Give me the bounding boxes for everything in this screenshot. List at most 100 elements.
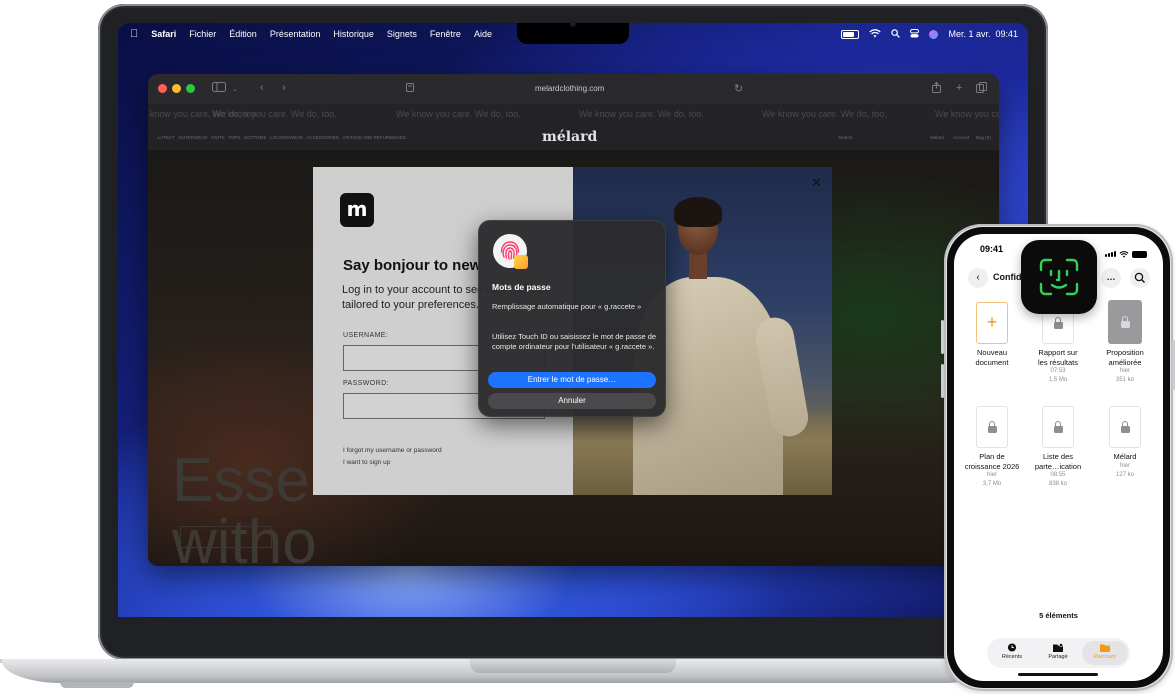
menu-aide[interactable]: Aide: [474, 29, 492, 39]
tab-recents[interactable]: Récents: [989, 641, 1035, 665]
tab-bar: Récents Partagé Parcourir: [987, 638, 1130, 668]
file-name: Nouveau document: [975, 348, 1009, 367]
file-size: 3,7 Mo: [982, 481, 1002, 487]
back-button[interactable]: ‹: [968, 268, 988, 288]
nav-link[interactable]: LOUNGEWEAR: [270, 135, 303, 140]
nav-link[interactable]: OUTERWEAR: [178, 135, 207, 140]
nav-brand-link[interactable]: Mélard: [930, 135, 944, 140]
nav-link[interactable]: BOTTOMS: [244, 135, 266, 140]
reload-icon[interactable]: ↻: [734, 82, 743, 95]
lock-icon: [1120, 421, 1130, 433]
lock-icon: [987, 421, 997, 433]
nav-link[interactable]: KNITS: [211, 135, 224, 140]
back-button[interactable]: ‹: [260, 82, 264, 94]
clock-icon: [1007, 643, 1017, 652]
minimize-window-button[interactable]: [172, 84, 181, 93]
file-name: Proposition améliorée: [1106, 348, 1144, 367]
new-tab-icon[interactable]: +: [956, 82, 962, 94]
file-size: 127 ko: [1115, 471, 1134, 478]
nav-link[interactable]: VINTAGE AND REFURBISHED: [343, 135, 406, 140]
hero-button[interactable]: [180, 526, 272, 548]
siri-icon[interactable]: [929, 29, 939, 39]
file-date: hier: [1119, 462, 1130, 469]
enter-password-button[interactable]: Entrer le mot de passe…: [488, 372, 656, 388]
file-thumbnail: [1108, 300, 1142, 344]
share-icon[interactable]: [932, 81, 941, 96]
volume-down-button: [941, 364, 944, 398]
file-size: 838 ko: [1048, 481, 1067, 487]
tab-browse[interactable]: Parcourir: [1082, 641, 1128, 665]
touchid-text: Utilisez Touch ID ou saisissez le mot de…: [492, 332, 657, 351]
status-icons: [1105, 245, 1147, 263]
menu-edition[interactable]: Édition: [229, 29, 257, 39]
tab-overview-icon[interactable]: [976, 82, 987, 96]
tab-label: Partagé: [1048, 654, 1068, 660]
new-document-thumbnail: +: [976, 302, 1008, 344]
site-logo[interactable]: mélard: [542, 129, 597, 145]
nav-link[interactable]: TOPS: [228, 135, 240, 140]
menu-app-name[interactable]: Safari: [151, 29, 176, 39]
password-label: PASSWORD:: [343, 380, 389, 387]
passwords-app-icon: [514, 255, 528, 269]
file-item[interactable]: + Nouveau document: [961, 302, 1023, 367]
forgot-credentials-link[interactable]: I forgot my username or password: [343, 447, 442, 454]
banner-text: We know you care. We do, too.: [579, 109, 704, 119]
spotlight-icon[interactable]: [891, 28, 901, 40]
search-button[interactable]: [1130, 268, 1150, 288]
folder-icon: [1100, 644, 1110, 652]
file-item[interactable]: Rapport sur les résultats 07:53 1,5 Mo: [1027, 302, 1089, 385]
file-name: Liste des parte…ication: [1034, 452, 1082, 471]
tab-label: Récents: [1001, 654, 1023, 660]
sidebar-icon[interactable]: [212, 82, 226, 95]
nav-link[interactable]: ACCESSORIES: [306, 135, 339, 140]
lock-icon: [1120, 316, 1130, 328]
control-center-icon[interactable]: [910, 28, 920, 40]
page-icon[interactable]: [406, 83, 414, 95]
chevron-down-icon[interactable]: ⌄: [232, 85, 238, 93]
apple-menu-icon[interactable]: : [130, 28, 138, 40]
file-name: Plan de croissance 2026: [964, 452, 1020, 471]
volume-up-button: [941, 320, 944, 354]
tab-label: Parcourir: [1093, 654, 1117, 660]
signup-link[interactable]: I want to sign up: [343, 459, 390, 466]
menu-historique[interactable]: Historique: [333, 29, 374, 39]
battery-icon[interactable]: [841, 29, 860, 39]
file-thumbnail: [1109, 406, 1141, 448]
file-item[interactable]: Proposition améliorée hier 351 ko: [1094, 300, 1156, 385]
tab-shared[interactable]: Partagé: [1035, 641, 1081, 665]
cellular-icon: [1105, 251, 1116, 257]
menu-fenetre[interactable]: Fenêtre: [430, 29, 461, 39]
shared-folder-icon: [1053, 643, 1063, 652]
menu-fichier[interactable]: Fichier: [189, 29, 216, 39]
zoom-window-button[interactable]: [186, 84, 195, 93]
more-options-button[interactable]: …: [1101, 268, 1121, 288]
site-search[interactable]: Search: [838, 135, 852, 140]
file-item[interactable]: Mélard hier 127 ko: [1094, 406, 1156, 480]
brand-logo: m: [340, 193, 374, 227]
menu-extras: Mer. 1 avr. 09:41: [841, 23, 1018, 45]
cancel-button[interactable]: Annuler: [488, 393, 656, 409]
wifi-icon[interactable]: [869, 28, 882, 40]
status-time: 09:41: [980, 244, 1004, 254]
address-bar[interactable]: melardclothing.com: [535, 84, 604, 93]
bag-link[interactable]: Bag (0): [976, 135, 991, 140]
account-link[interactable]: Account: [953, 135, 969, 140]
file-size: 1,5 Mo: [1048, 377, 1068, 383]
popover-title: Mots de passe: [492, 282, 551, 292]
menu-signets[interactable]: Signets: [387, 29, 417, 39]
menu-clock[interactable]: Mer. 1 avr. 09:41: [948, 29, 1018, 39]
menu-presentation[interactable]: Présentation: [270, 29, 321, 39]
file-item[interactable]: Plan de croissance 2026 hier 3,7 Mo: [961, 406, 1023, 489]
lock-icon: [1053, 421, 1063, 433]
file-item[interactable]: Liste des parte…ication 08:55 838 ko: [1027, 406, 1089, 489]
file-date: hier: [1119, 368, 1130, 374]
safari-toolbar: ⌄ ‹ › melardclothing.com ↻ +: [148, 74, 999, 104]
file-date: 08:55: [1050, 472, 1066, 478]
close-icon[interactable]: ✕: [811, 175, 822, 191]
macbook-foot: [60, 682, 134, 688]
forward-button[interactable]: ›: [282, 82, 286, 94]
close-window-button[interactable]: [158, 84, 167, 93]
macbook-hinge: [470, 659, 676, 673]
nav-link[interactable]: LATEST: [158, 135, 175, 140]
site-nav-links: LATEST OUTERWEAR KNITS TOPS BOTTOMS LOUN…: [158, 135, 406, 140]
